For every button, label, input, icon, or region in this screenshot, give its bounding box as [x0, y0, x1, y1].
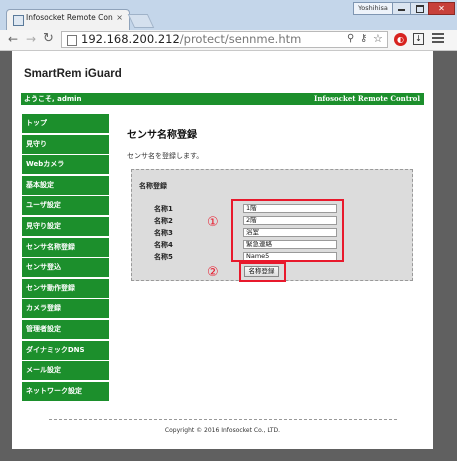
name-label-1: 名称1: [154, 205, 173, 213]
name-label-2: 名称2: [154, 217, 173, 225]
zoom-icon[interactable]: ⚲: [347, 33, 354, 44]
close-window-button[interactable]: ✕: [428, 2, 455, 15]
sidebar-item-sensor-actions[interactable]: センサ動作登録: [22, 278, 109, 298]
name-label-5: 名称5: [154, 253, 173, 261]
sidebar-nav: トップ 見守り Webカメラ 基本設定 ユーザ設定 見守り設定 センサ名称登録 …: [22, 114, 109, 402]
minimize-button[interactable]: [392, 2, 411, 15]
forward-arrow-icon[interactable]: →: [26, 32, 36, 46]
sidebar-item-sensor-register[interactable]: センサ登込: [22, 258, 109, 278]
name-label-4: 名称4: [154, 241, 173, 249]
product-name: Infosocket Remote Control: [314, 94, 420, 103]
sidebar-item-admin-settings[interactable]: 管理者設定: [22, 319, 109, 339]
sidebar-item-sensor-names[interactable]: センサ名称登録: [22, 237, 109, 257]
ext-icon[interactable]: ◐: [394, 33, 407, 46]
browser-titlebar: Infosocket Remote Con × Yoshihisa ✕: [0, 0, 457, 30]
name-label-3: 名称3: [154, 229, 173, 237]
sidebar-item-monitor[interactable]: 見守り: [22, 134, 109, 154]
annotation-highlight-fields: [231, 199, 344, 262]
annotation-marker-2: ②: [207, 265, 219, 280]
copyright-text: Copyright © 2016 Infosocket Co., LTD.: [164, 427, 281, 434]
sidebar-item-camera-register[interactable]: カメラ登録: [22, 299, 109, 319]
tab-title: Infosocket Remote Con: [26, 13, 113, 22]
sidebar-item-top[interactable]: トップ: [22, 114, 109, 133]
sidebar-item-basic-settings[interactable]: 基本設定: [22, 175, 109, 195]
url-text[interactable]: 192.168.200.212/protect/sennme.htm: [81, 32, 301, 47]
web-page: SmartRem iGuard ようこそ, admin Infosocket R…: [12, 51, 433, 449]
key-icon[interactable]: ⚷: [360, 33, 367, 44]
menu-icon[interactable]: [432, 33, 444, 46]
back-arrow-icon[interactable]: ←: [8, 32, 18, 46]
sidebar-item-dynamic-dns[interactable]: ダイナミックDNS: [22, 340, 109, 360]
annotation-marker-1: ①: [207, 215, 219, 230]
page-icon: [67, 35, 77, 46]
download-icon[interactable]: ↓: [413, 33, 424, 45]
welcome-text: ようこそ, admin: [24, 95, 82, 103]
browser-tab[interactable]: Infosocket Remote Con ×: [6, 9, 130, 30]
sidebar-item-mail-settings[interactable]: メール設定: [22, 361, 109, 381]
footer-divider: [49, 419, 397, 420]
site-brand: SmartRem iGuard: [24, 68, 122, 80]
page-favicon-icon: [13, 15, 24, 26]
close-tab-icon[interactable]: ×: [116, 13, 123, 22]
form-title: 名称登録: [139, 182, 167, 190]
reload-icon[interactable]: ↻: [43, 31, 54, 46]
profile-badge[interactable]: Yoshihisa: [353, 2, 393, 15]
sidebar-item-webcam[interactable]: Webカメラ: [22, 155, 109, 175]
sidebar-item-network-settings[interactable]: ネットワーク設定: [22, 381, 109, 401]
new-tab-button[interactable]: [127, 14, 155, 28]
sidebar-item-user-settings[interactable]: ユーザ設定: [22, 196, 109, 216]
page-description: センサ名を登録します。: [127, 152, 204, 160]
header-bar: ようこそ, admin Infosocket Remote Control: [21, 93, 424, 105]
page-title: センサ名称登録: [127, 130, 197, 141]
browser-toolbar: ← → ↻ 192.168.200.212/protect/sennme.htm…: [0, 30, 457, 51]
sidebar-item-monitor-settings[interactable]: 見守り設定: [22, 216, 109, 236]
annotation-highlight-button: [239, 262, 286, 282]
maximize-button[interactable]: [410, 2, 429, 15]
star-icon[interactable]: ☆: [373, 32, 383, 45]
address-bar[interactable]: 192.168.200.212/protect/sennme.htm ⚲ ⚷ ☆: [61, 31, 388, 48]
